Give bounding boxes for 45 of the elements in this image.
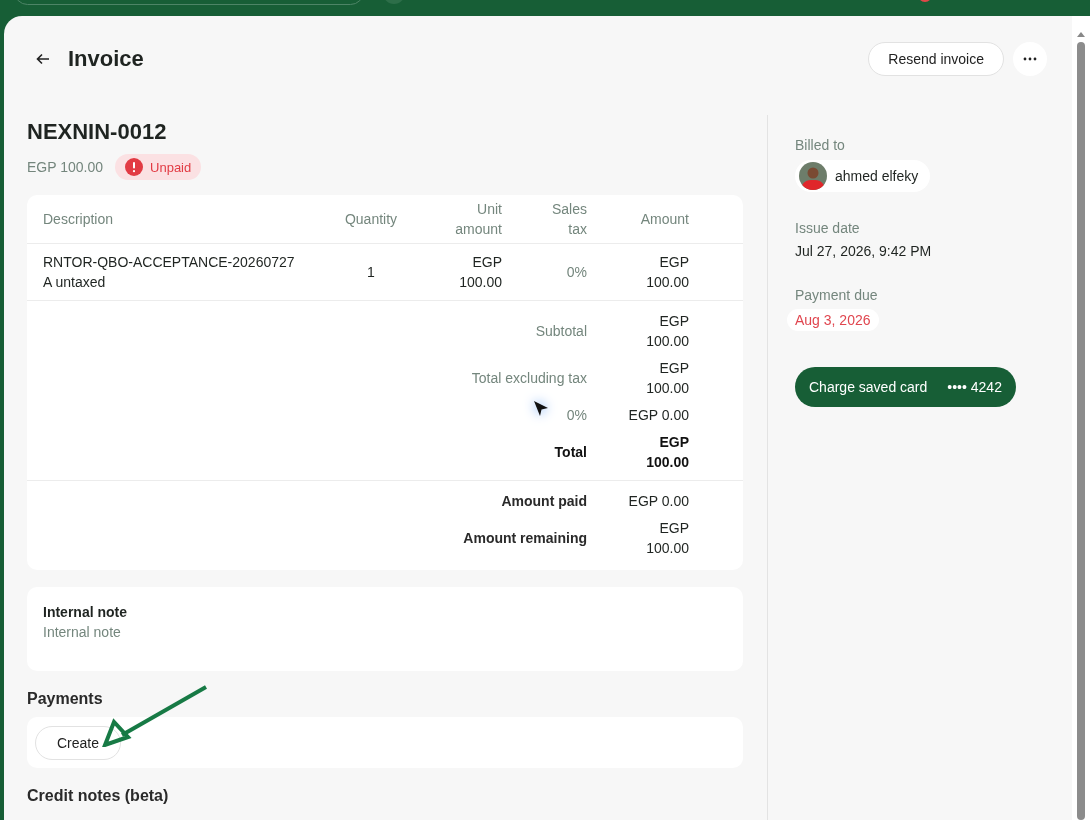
summary-label: Total bbox=[554, 444, 587, 460]
section-heading: Credit notes (beta) bbox=[27, 787, 170, 805]
field-label: Issue date bbox=[795, 220, 861, 236]
note-label: Internal note bbox=[43, 604, 128, 620]
balance-value: EGP 100.00 bbox=[645, 519, 689, 558]
create-button[interactable]: Create bbox=[35, 725, 121, 760]
cursor-icon bbox=[532, 400, 550, 418]
column-header: Description bbox=[43, 210, 114, 229]
balance-value: EGP 0.00 bbox=[628, 492, 689, 511]
summary-label: Total excluding tax bbox=[471, 370, 587, 386]
column-header: Sales tax bbox=[550, 200, 587, 239]
summary-value: EGP 0.00 bbox=[628, 406, 689, 425]
summary-value: EGP 100.00 bbox=[645, 312, 689, 351]
resend-invoice-button[interactable]: Resend invoice bbox=[868, 42, 1004, 76]
more-button[interactable] bbox=[1013, 42, 1047, 76]
field-label: Payment due bbox=[795, 287, 879, 303]
summary-label: 0% bbox=[566, 407, 587, 423]
section-heading: Payments bbox=[27, 690, 104, 708]
column-header: Unit amount bbox=[454, 200, 502, 239]
summary-label: Subtotal bbox=[535, 323, 587, 339]
field-label: Billed to bbox=[795, 137, 846, 153]
back-arrow-icon[interactable] bbox=[36, 53, 50, 65]
issue-date: Jul 27, 2026, 9:42 PM bbox=[795, 243, 933, 259]
charge-card-button[interactable]: Charge saved card •••• 4242 bbox=[795, 367, 1016, 407]
column-header: Quantity bbox=[344, 210, 398, 229]
due-date: Aug 3, 2026 bbox=[787, 309, 879, 331]
summary-value: EGP 100.00 bbox=[645, 433, 689, 472]
table-cell-text: EGP 100.00 bbox=[458, 253, 502, 292]
summary-value: EGP 100.00 bbox=[645, 359, 689, 398]
invoice-number: NEXNIN-0012 bbox=[27, 119, 168, 145]
more-icon bbox=[1023, 57, 1037, 61]
customer-chip[interactable]: ahmed elfeky bbox=[795, 160, 931, 192]
scroll-bar[interactable] bbox=[1072, 16, 1090, 820]
note-field[interactable]: Internal note bbox=[43, 624, 243, 644]
page-title: Invoice bbox=[68, 46, 144, 72]
balance-label: Amount remaining bbox=[463, 530, 587, 546]
table-cell: 1 bbox=[367, 264, 375, 280]
column-header: Amount bbox=[640, 210, 689, 229]
table-cell: RNTOR-QBO-ACCEPTANCE-20260727 A untaxed bbox=[43, 254, 295, 290]
table-cell: 0% bbox=[566, 264, 587, 280]
avatar-icon bbox=[799, 162, 827, 190]
balance-label: Amount paid bbox=[501, 493, 587, 509]
status-badge: Unpaid bbox=[115, 154, 202, 180]
invoice-total: EGP 100.00 bbox=[27, 159, 104, 175]
table-cell-text: EGP 100.00 bbox=[645, 253, 689, 292]
